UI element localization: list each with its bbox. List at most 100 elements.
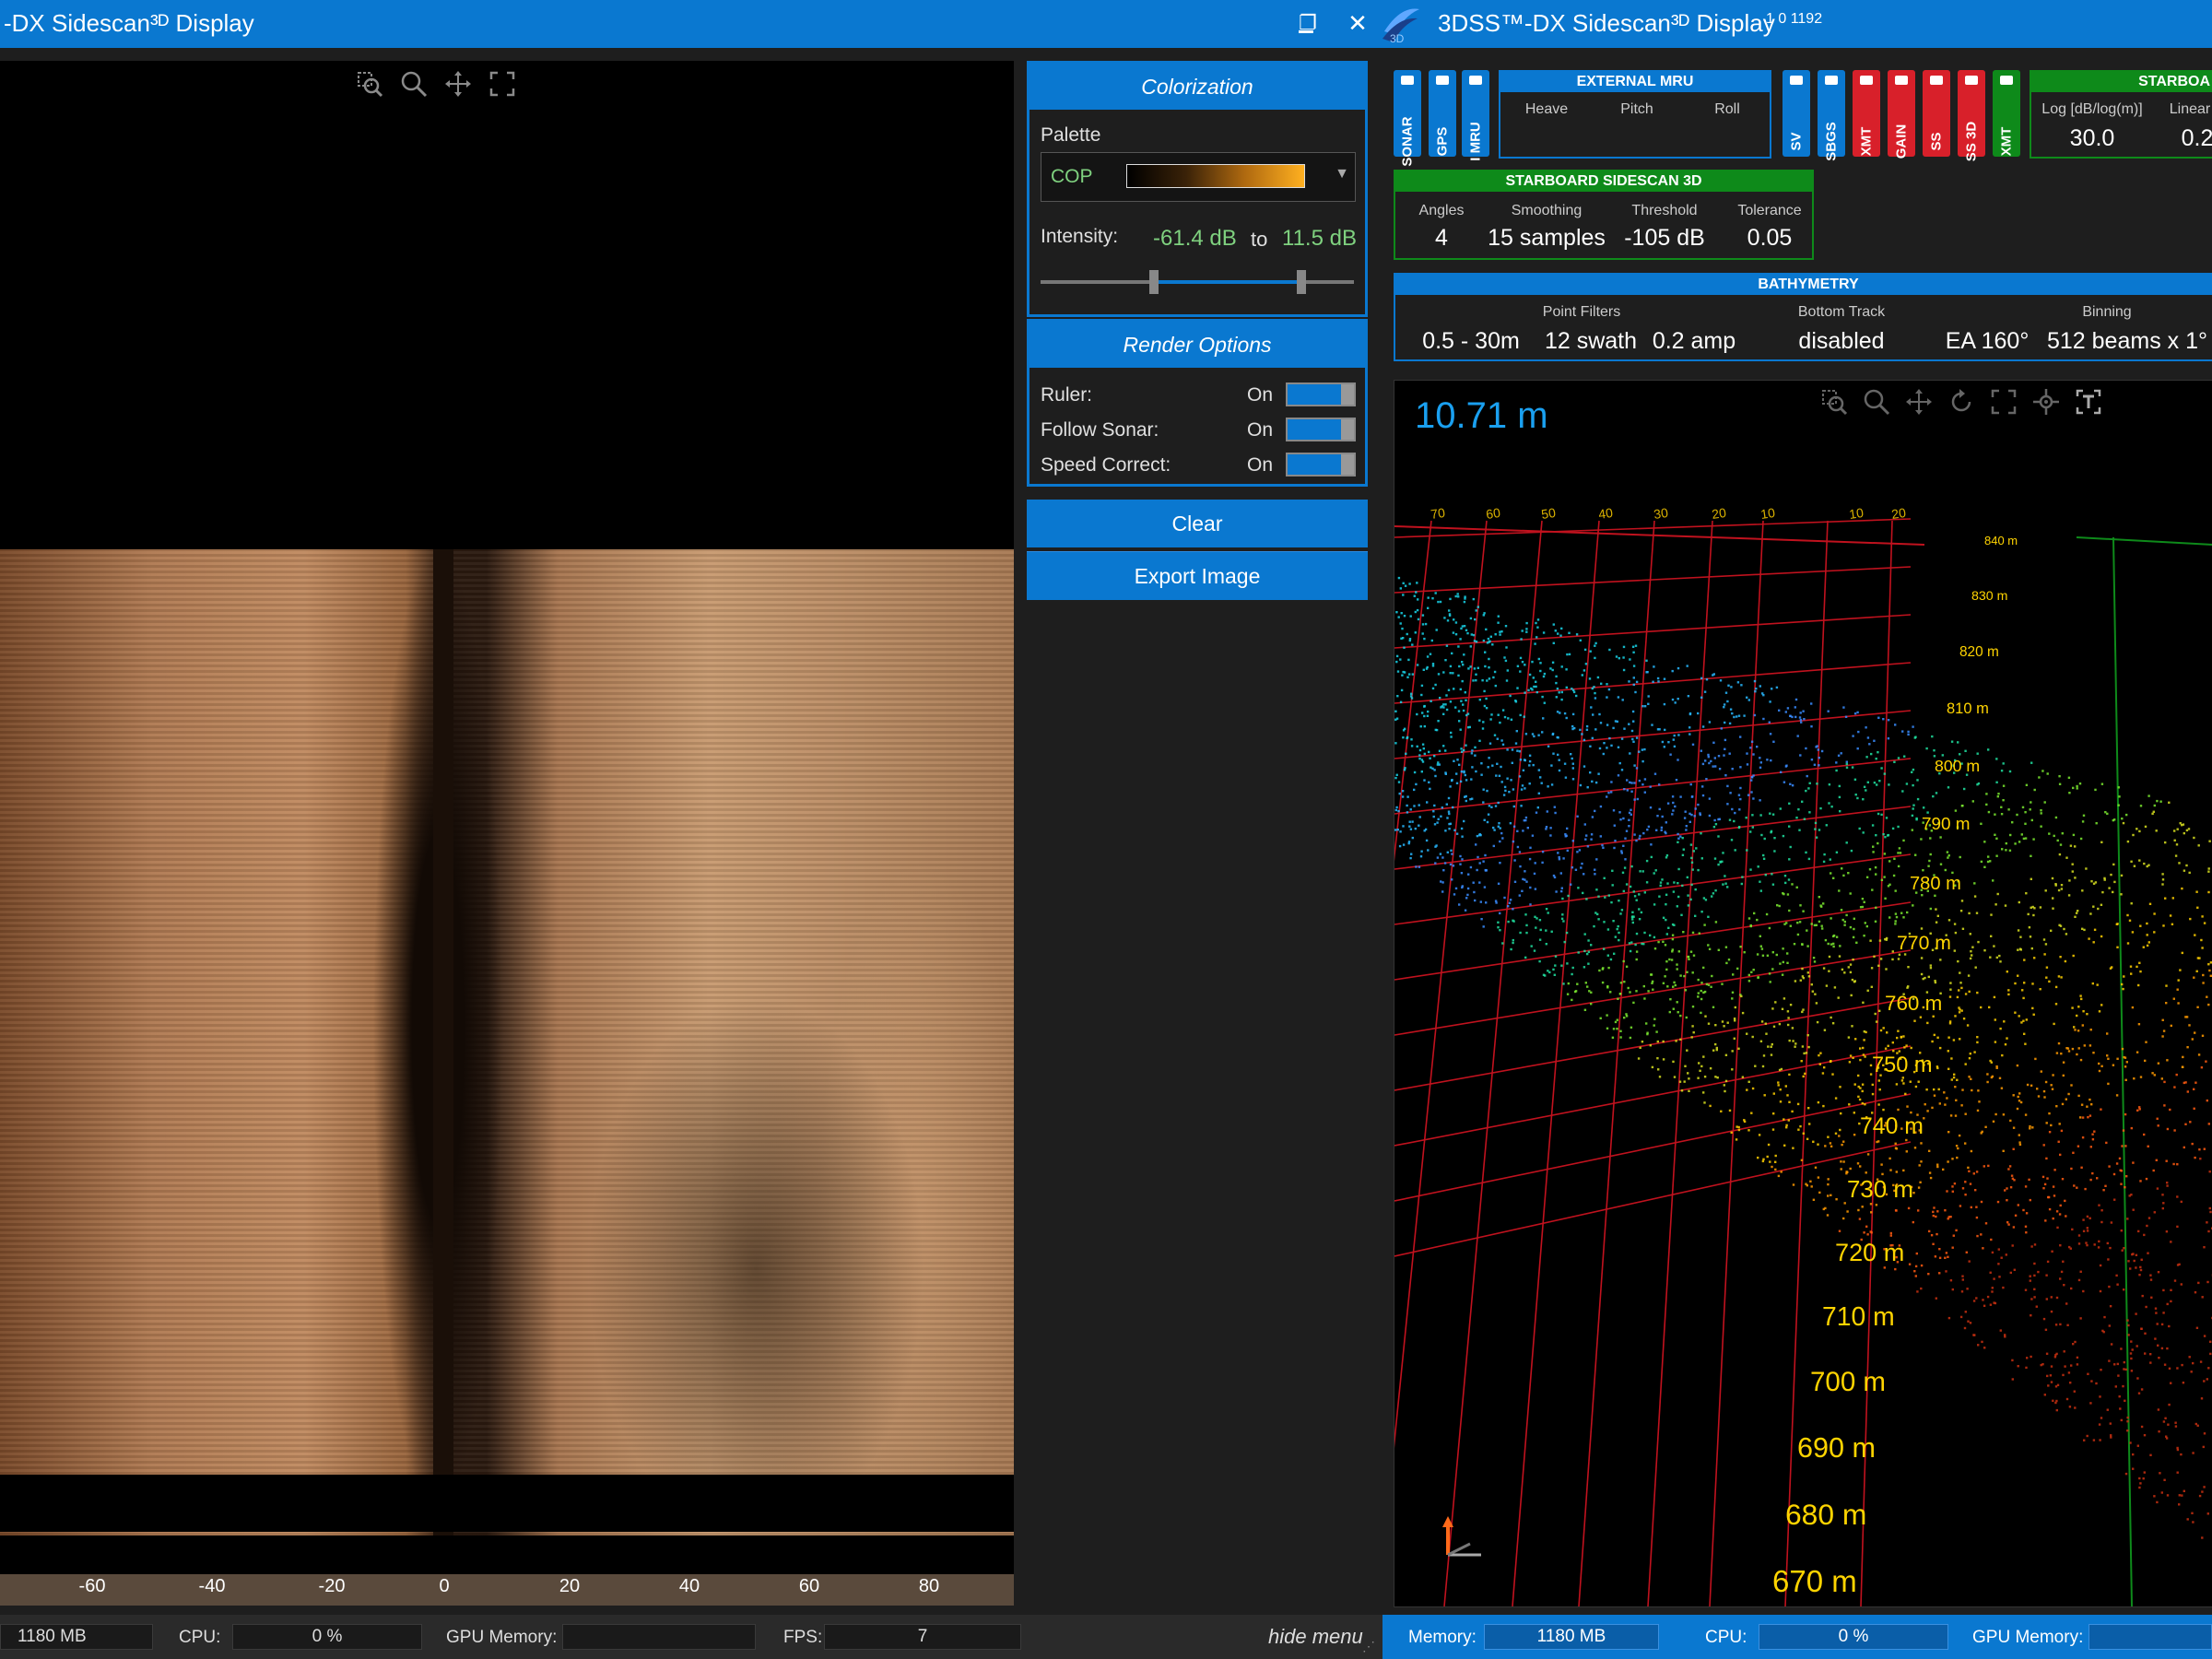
bathy-point	[1438, 763, 1441, 766]
range-tick-label: 10	[1848, 505, 1865, 522]
chevron-down-icon[interactable]: ▼	[1335, 166, 1349, 182]
bathy-point	[2123, 1360, 2125, 1364]
status-chip-ss[interactable]: SS	[1923, 70, 1950, 157]
bathy-point	[1849, 1167, 1852, 1171]
bathy-point	[1504, 659, 1508, 663]
bathy-point	[1724, 747, 1726, 750]
bathy-point	[2100, 1004, 2103, 1006]
status-chip-xmt[interactable]: XMT	[1853, 70, 1880, 157]
bathy-point	[1455, 772, 1458, 775]
bathy-point	[1751, 814, 1754, 817]
bathy-point	[1688, 958, 1690, 960]
status-chip-gps[interactable]: GPS	[1429, 70, 1456, 157]
bathy-point	[1789, 1004, 1793, 1006]
bathymetry-3d-view[interactable]: 70 60 50 40 30 20 10 10 20 840 m 830 m 820 m 810 m 80…	[1394, 380, 2212, 1607]
status-chip-sonar[interactable]: SONAR	[1394, 70, 1421, 167]
bathy-point	[1701, 794, 1705, 797]
bathy-point	[1936, 1163, 1939, 1166]
bathy-point	[1712, 741, 1715, 744]
bathy-point	[1533, 685, 1535, 688]
bathy-point	[1689, 843, 1693, 846]
bathy-point	[2058, 853, 2062, 856]
slider-handle-min[interactable]	[1149, 270, 1159, 294]
zoom-icon[interactable]	[398, 68, 429, 100]
zoom-box-icon[interactable]	[354, 68, 385, 100]
text-icon[interactable]	[2073, 386, 2104, 418]
bathy-point	[1953, 949, 1956, 952]
status-chip-xmt[interactable]: XMT	[1993, 70, 2020, 157]
bathy-point	[1672, 890, 1676, 893]
close-button[interactable]: ✕	[1342, 7, 1373, 39]
bathy-point	[1994, 1112, 1997, 1116]
zoom-icon[interactable]	[1861, 386, 1892, 418]
bathy-point	[1982, 1299, 1984, 1301]
bathy-point	[2168, 1403, 2171, 1406]
bathy-point	[1893, 857, 1896, 860]
depth-label: 760 m	[1885, 992, 1942, 1015]
intensity-range-slider[interactable]	[1041, 268, 1354, 296]
bathy-point	[1709, 1104, 1712, 1108]
clear-button[interactable]: Clear	[1027, 500, 1368, 547]
bathy-point	[1932, 1210, 1935, 1214]
bathy-point	[2195, 890, 2198, 893]
bathy-point	[1711, 895, 1713, 898]
bathy-point	[1499, 630, 1501, 633]
bathy-point	[2089, 1029, 2092, 1031]
zoom-box-icon[interactable]	[1818, 386, 1850, 418]
bathy-point	[1852, 935, 1855, 939]
bathy-point	[1406, 795, 1409, 798]
bathy-point	[1614, 935, 1617, 938]
status-chip-sbgs[interactable]: SBGS	[1818, 70, 1845, 161]
bathy-point	[1541, 695, 1544, 699]
bathy-point	[2014, 842, 2017, 845]
bathy-point	[1613, 824, 1616, 827]
bathy-point	[2068, 879, 2071, 882]
bathy-point	[2101, 890, 2104, 894]
restore-button[interactable]: ❐	[1292, 7, 1324, 39]
bathy-point	[1689, 898, 1692, 901]
status-chip-gain[interactable]: GAIN	[1888, 70, 1915, 159]
bathy-point	[1641, 942, 1643, 946]
bathy-point	[2089, 1178, 2092, 1182]
status-chip-ss-3d[interactable]: SS 3D	[1958, 70, 1985, 161]
bathy-point	[1874, 920, 1877, 923]
palette-dropdown[interactable]: COP ▼	[1041, 152, 1356, 202]
bathy-point	[1423, 704, 1426, 708]
bathy-point	[1796, 933, 1800, 936]
hide-menu-link[interactable]: hide menu	[1268, 1625, 1363, 1649]
bathy-point	[1585, 834, 1588, 837]
export-image-button[interactable]: Export Image	[1027, 551, 1368, 600]
bathy-point	[1493, 829, 1496, 831]
pan-icon[interactable]	[1903, 386, 1935, 418]
bathy-point	[1488, 641, 1490, 643]
status-chip-sv[interactable]: SV	[1783, 70, 1810, 157]
bathy-point	[1843, 920, 1846, 924]
follow-sonar-toggle[interactable]	[1286, 418, 1356, 441]
speed-correct-toggle[interactable]	[1286, 453, 1356, 477]
bathy-point	[2138, 1106, 2141, 1109]
fit-icon[interactable]	[1988, 386, 2019, 418]
bathy-point	[1455, 832, 1459, 835]
center-icon[interactable]	[2030, 386, 2062, 418]
bathy-point	[1656, 1040, 1659, 1043]
bathy-point	[2165, 1437, 2169, 1440]
resize-grip-icon[interactable]: ⋰	[1362, 1639, 1375, 1654]
pan-icon[interactable]	[442, 68, 474, 100]
bathy-point	[1902, 1169, 1905, 1172]
slider-handle-max[interactable]	[1297, 270, 1306, 294]
bathy-point	[1912, 783, 1914, 787]
bathy-point	[2156, 799, 2159, 803]
bathy-point	[1455, 782, 1459, 784]
status-chip-i-mru[interactable]: I MRU	[1462, 70, 1489, 161]
sidescan-view[interactable]: -60 -40 -20 0 20 40 60 80	[0, 61, 1014, 1606]
rotate-icon[interactable]	[1946, 386, 1977, 418]
bathy-point	[1988, 1006, 1991, 1009]
bathy-point	[1677, 882, 1679, 885]
ruler-toggle[interactable]	[1286, 382, 1356, 406]
bathy-point	[1726, 886, 1729, 888]
bathy-point	[1801, 967, 1804, 971]
bathy-point	[2005, 841, 2007, 845]
bathy-point	[2208, 1171, 2211, 1173]
fit-icon[interactable]	[487, 68, 518, 100]
bathy-point	[1653, 947, 1657, 950]
